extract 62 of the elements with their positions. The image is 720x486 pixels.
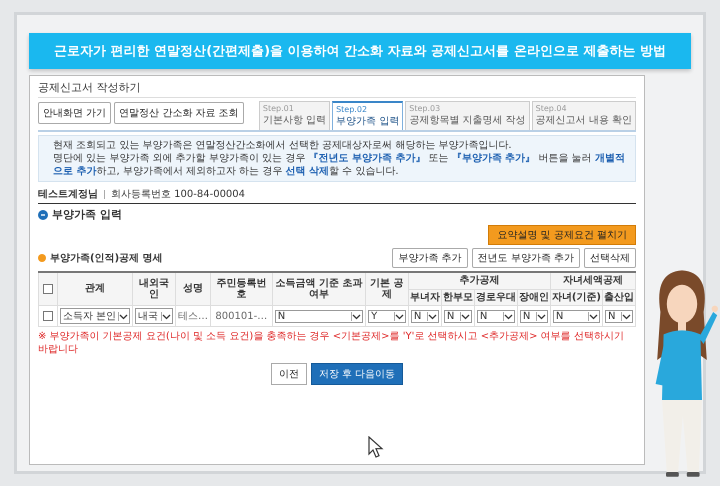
bullet-icon [38,210,48,220]
column-group-header: 자녀세액공제 [550,272,636,289]
column-header: 출산입 [602,289,636,306]
column-header: 부녀자 [408,289,442,306]
column-header: 장애인 [517,289,550,306]
step-tab[interactable]: Step.03 공제항목별 지출명세 작성 [405,101,530,130]
checkbox[interactable] [43,310,53,321]
table-cell: 테스… [178,311,208,322]
chevron-icon [351,312,362,320]
select-field[interactable]: N [520,310,548,322]
table-cell: 800101-… [215,310,268,322]
step-tab[interactable]: Step.01 기본사항 입력 [258,101,330,130]
column-header: 경로우대 [474,289,518,306]
account-name: 테스트계정님 [38,188,98,201]
step-tab[interactable]: Step.02 부양가족 입력 [332,101,404,130]
chevron-icon [426,312,437,320]
checkbox[interactable] [43,284,53,294]
banner-title: 근로자가 편리한 연말정산(간편제출)을 이용하여 간소화 자료와 공제신고서를 온라인으로 제출하는 방법 [54,44,666,59]
column-header: 기본 공제 [366,272,408,306]
column-header: 소득금액 기준 초과여부 [272,272,366,306]
table-button[interactable]: 전년도 부양가족 추가 [472,248,580,268]
page-title: 공제신고서 작성하기 [38,80,636,98]
action-button[interactable]: 저장 후 다음이동 [310,363,404,385]
expand-button[interactable]: 요약설명 및 공제요건 펼치기 [488,225,636,245]
chevron-icon [460,312,470,320]
select-field[interactable]: 내국 [135,308,173,324]
column-header: 주민등록번호 [210,272,272,306]
column-header: 내외국인 [132,272,176,306]
chevron-icon [621,312,631,320]
select-field[interactable]: N [444,310,472,322]
cursor-icon [368,436,384,458]
chevron-icon [502,312,513,320]
table-button[interactable]: 부양가족 추가 [392,248,468,268]
column-header: 자녀(기준) [550,289,602,306]
column-group-header: 추가공제 [408,272,550,289]
chevron-icon [536,312,546,320]
note-text: ※ 부양가족이 기본공제 요건(나이 및 소득 요건)을 충족하는 경우 <기본공제>를 'Y'로 선택하시고 <추가공제> 여부를 선택하시기 바랍니다 [38,330,625,356]
chevron-icon [118,312,128,320]
nav-button[interactable]: 연말정산 간소화 자료 조회 [114,102,244,124]
select-field[interactable]: N [476,310,515,322]
select-field[interactable]: N [410,310,439,322]
column-header: 성명 [175,272,210,306]
chevron-icon [160,312,171,320]
chevron-icon [588,312,598,320]
action-button[interactable]: 이전 [270,363,307,385]
select-field[interactable]: N [604,310,633,322]
nav-button[interactable]: 안내화면 가기 [38,102,112,124]
section-title: 부양가족 입력 [52,207,122,222]
company-number: 회사등록번호 100-84-00004 [111,188,246,201]
notice-text: 명단에 있는 부양가족 외에 추가할 부양가족이 있는 경우 『전년도 부양가족 추가』 또는 『부양가족 추가』 버튼을 눌러 개별적으로 추가하고, 부양가족에서 제외하고자 하는 경우 선택 삭제할 수 있습니다. [52,152,626,178]
column-header: 한부모 [441,289,474,306]
column-header: 관계 [58,272,133,306]
select-field[interactable]: N [274,310,364,322]
chevron-icon [394,312,404,320]
notice-text: 현재 조회되고 있는 부양가족은 연말정산간소화에서 선택한 공제대상자로써 해당하는 부양가족입니다. [52,139,513,152]
step-tab[interactable]: Step.04 공제신고서 내용 확인 [532,101,636,130]
table-title: 부양가족(인적)공제 명세 [50,252,163,265]
table-button[interactable]: 선택삭제 [584,248,636,268]
select-field[interactable]: 소득자 본인 [60,308,130,324]
select-field[interactable]: Y [368,310,406,322]
bullet-icon [38,254,46,262]
select-field[interactable]: N [552,310,600,322]
